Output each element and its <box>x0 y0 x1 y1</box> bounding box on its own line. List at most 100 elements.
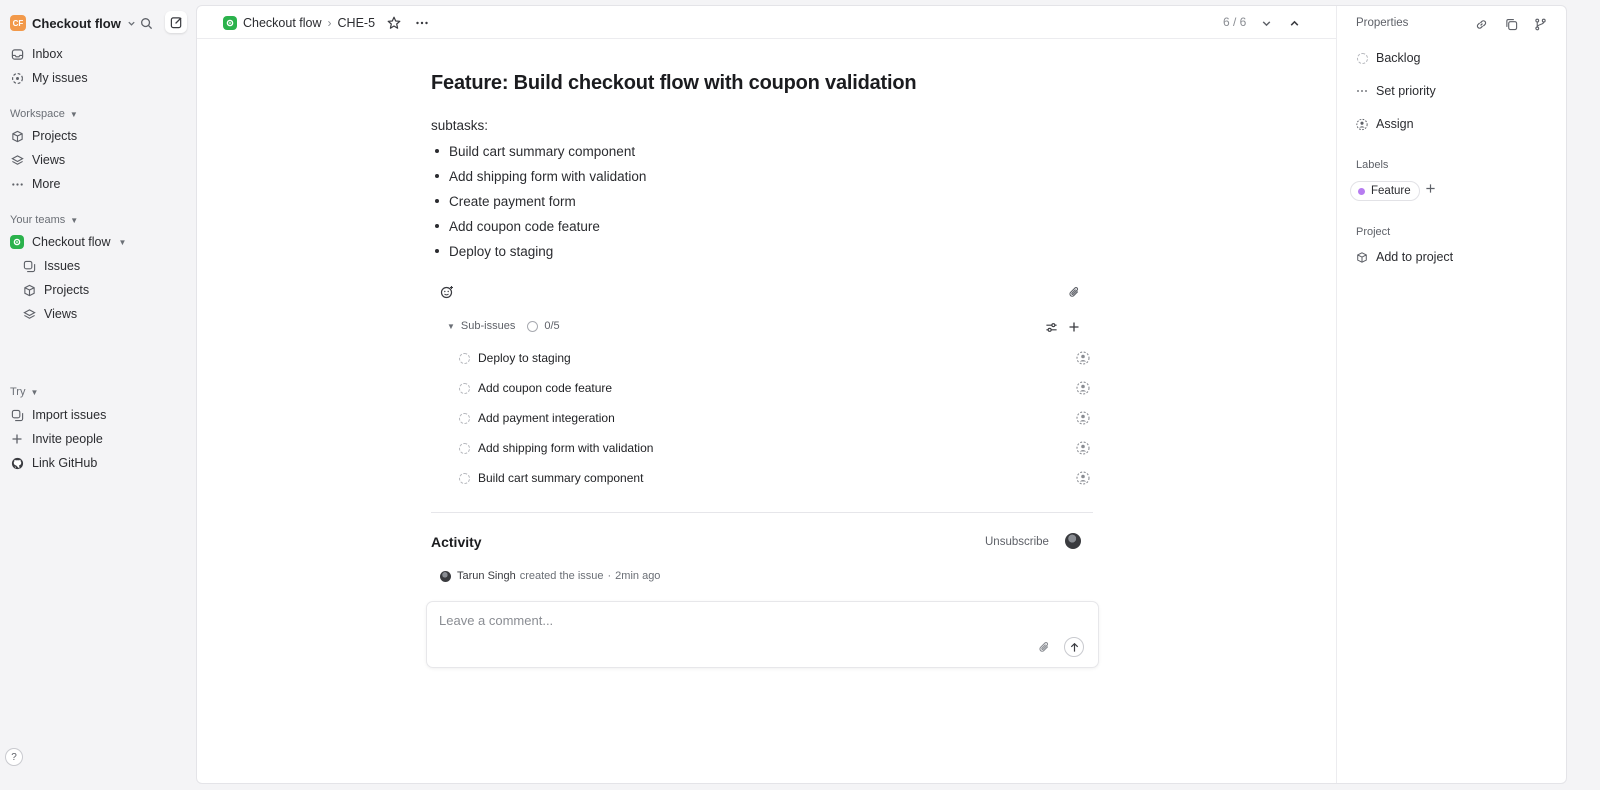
caret-down-icon: ▼ <box>30 387 39 397</box>
description-bullet[interactable]: Build cart summary component <box>435 142 635 160</box>
assignee-icon <box>1356 118 1368 130</box>
sidebar-item-invite-people[interactable]: Invite people <box>10 429 186 449</box>
section-label: Try <box>10 386 26 398</box>
issue-title[interactable]: Feature: Build checkout flow with coupon… <box>431 72 917 95</box>
breadcrumb-team[interactable]: Checkout flow <box>243 16 322 30</box>
status-property[interactable]: Backlog <box>1356 49 1420 67</box>
priority-property[interactable]: Set priority <box>1356 82 1436 100</box>
description-bullet[interactable]: Add coupon code feature <box>435 217 600 235</box>
activity-time: 2min ago <box>615 570 661 582</box>
caret-down-icon: ▼ <box>70 215 79 225</box>
backlog-status-icon[interactable] <box>459 382 470 394</box>
workspace-switcher[interactable]: CF Checkout flow <box>10 12 136 34</box>
new-issue-button[interactable] <box>165 11 187 33</box>
copy-branch-button[interactable] <box>1531 15 1549 33</box>
bullet-text: Add shipping form with validation <box>449 168 647 184</box>
copy-link-button[interactable] <box>1472 15 1490 33</box>
caret-down-icon: ▼ <box>447 321 455 331</box>
sidebar-item-label: Import issues <box>32 408 107 422</box>
assignee-icon[interactable] <box>1075 380 1091 396</box>
more-actions-button[interactable] <box>415 16 429 30</box>
attach-file-button[interactable] <box>1066 284 1082 300</box>
activity-user[interactable]: Tarun Singh <box>457 570 516 582</box>
activity-heading: Activity <box>431 534 482 550</box>
backlog-status-icon[interactable] <box>459 442 470 454</box>
paperclip-icon <box>1038 641 1048 652</box>
sidebar-item-label: Views <box>44 307 78 321</box>
add-reaction-button[interactable] <box>439 284 455 300</box>
description-bullet[interactable]: Add shipping form with validation <box>435 167 646 185</box>
sub-issue-row[interactable]: Deploy to staging <box>459 349 1091 367</box>
backlog-status-icon[interactable] <box>459 472 470 484</box>
subscriber-avatar[interactable] <box>1065 533 1081 549</box>
section-label: Your teams <box>10 214 66 226</box>
add-label-button[interactable] <box>1425 183 1436 194</box>
sub-issue-row[interactable]: Build cart summary component <box>459 469 1091 487</box>
sidebar-item-team-projects[interactable]: Projects <box>22 280 186 300</box>
bullet-text: Deploy to staging <box>449 243 554 259</box>
comment-input[interactable] <box>439 610 999 630</box>
sidebar-item-views[interactable]: Views <box>10 150 186 170</box>
unsubscribe-button[interactable]: Unsubscribe <box>985 536 1049 548</box>
sub-issue-row[interactable]: Add payment integeration <box>459 409 1091 427</box>
assignee-icon[interactable] <box>1075 410 1091 426</box>
assignee-icon[interactable] <box>1075 440 1091 456</box>
backlog-status-icon <box>1356 52 1368 64</box>
breadcrumb-issue-id[interactable]: CHE-5 <box>338 16 376 30</box>
plus-icon <box>1069 322 1079 332</box>
issues-copy-icon <box>22 259 36 273</box>
sidebar-item-inbox[interactable]: Inbox <box>10 44 186 64</box>
backlog-status-icon[interactable] <box>459 352 470 364</box>
section-label: Workspace <box>10 108 65 120</box>
cube-icon <box>22 283 36 297</box>
comment-attach-button[interactable] <box>1036 639 1052 655</box>
sub-issues-display-options-button[interactable] <box>1043 319 1059 335</box>
issue-view: Checkout flow › CHE-5 6 / 6 Feature: Bui… <box>196 5 1567 784</box>
sidebar-item-projects[interactable]: Projects <box>10 126 186 146</box>
backlog-status-icon[interactable] <box>459 412 470 424</box>
assignee-icon[interactable] <box>1075 350 1091 366</box>
sidebar-item-my-issues[interactable]: My issues <box>10 68 186 88</box>
sidebar-item-issues[interactable]: Issues <box>22 256 186 276</box>
sidebar-item-more[interactable]: More <box>10 174 186 194</box>
assignee-icon[interactable] <box>1075 470 1091 486</box>
assignee-property[interactable]: Assign <box>1356 115 1414 133</box>
search-button[interactable] <box>136 13 156 33</box>
sub-issue-row[interactable]: Add shipping form with validation <box>459 439 1091 457</box>
sliders-icon <box>1045 322 1057 332</box>
chevron-up-icon <box>1290 20 1298 26</box>
description-bullet[interactable]: Create payment form <box>435 192 576 210</box>
sidebar-item-import-issues[interactable]: Import issues <box>10 405 186 425</box>
add-sub-issue-button[interactable] <box>1066 319 1082 335</box>
try-section-toggle[interactable]: Try ▼ <box>10 385 38 399</box>
copy-id-button[interactable] <box>1502 15 1520 33</box>
project-property[interactable]: Add to project <box>1356 248 1453 266</box>
sidebar-item-team-checkout-flow[interactable]: Checkout flow ▼ <box>10 232 186 252</box>
github-icon <box>10 456 24 470</box>
link-icon <box>1476 19 1486 29</box>
description-intro[interactable]: subtasks: <box>431 118 488 133</box>
label-chip-feature[interactable]: Feature <box>1350 181 1420 201</box>
help-button[interactable]: ? <box>5 748 23 766</box>
issue-topbar: Checkout flow › CHE-5 6 / 6 <box>197 6 1336 39</box>
git-branch-icon <box>1534 18 1546 30</box>
favorite-button[interactable] <box>387 16 401 30</box>
bullet-dot <box>435 224 439 228</box>
sub-issue-title: Add payment integeration <box>478 411 615 425</box>
submit-comment-button[interactable] <box>1064 637 1084 657</box>
target-icon <box>10 71 24 85</box>
teams-section-toggle[interactable]: Your teams ▼ <box>10 213 78 227</box>
next-issue-button[interactable] <box>1257 14 1275 32</box>
sidebar-item-label: More <box>32 177 61 191</box>
workspace-section-toggle[interactable]: Workspace ▼ <box>10 107 78 121</box>
sub-issue-row[interactable]: Add coupon code feature <box>459 379 1091 397</box>
sidebar-item-label: Projects <box>32 129 78 143</box>
previous-issue-button[interactable] <box>1285 14 1303 32</box>
priority-value: Set priority <box>1376 84 1436 98</box>
copy-icon <box>1505 18 1517 30</box>
sub-issue-title: Add shipping form with validation <box>478 441 654 455</box>
sub-issues-toggle[interactable]: ▼ Sub-issues 0/5 <box>447 318 560 334</box>
sidebar-item-link-github[interactable]: Link GitHub <box>10 453 186 473</box>
sidebar-item-team-views[interactable]: Views <box>22 304 186 324</box>
description-bullet[interactable]: Deploy to staging <box>435 242 553 260</box>
